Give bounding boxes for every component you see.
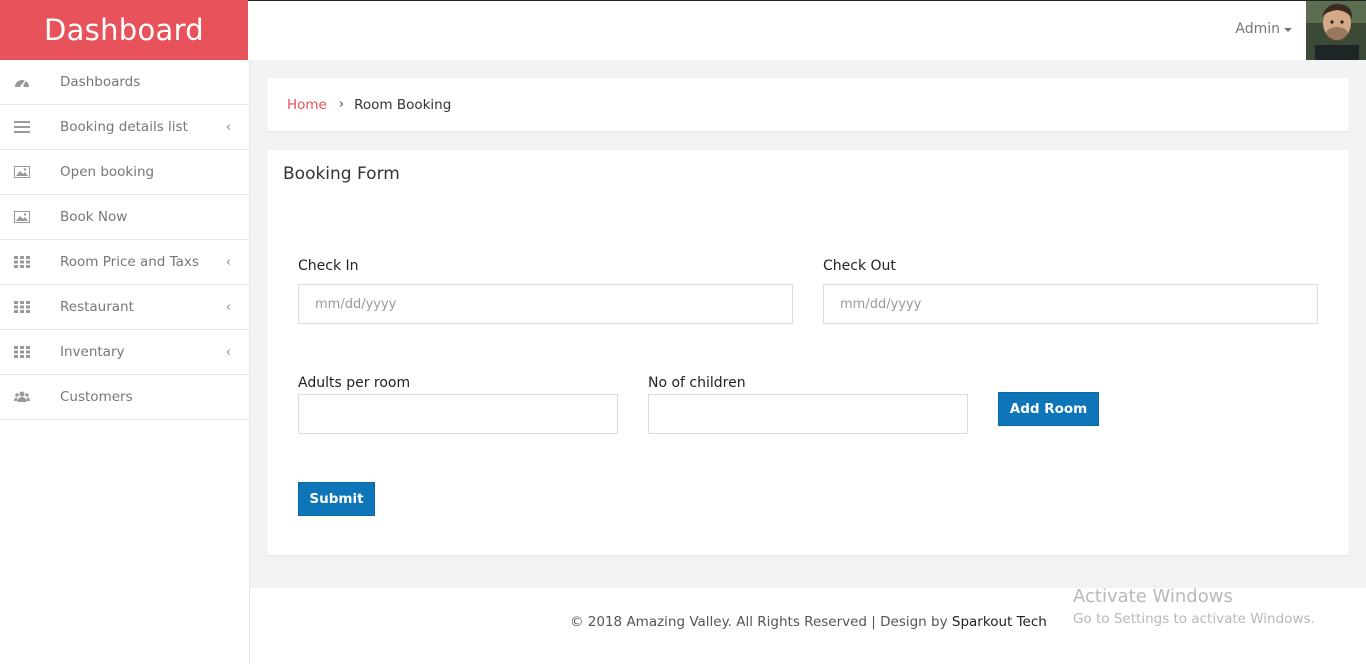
breadcrumb-current: Room Booking	[354, 96, 452, 113]
sidebar-item-book-now[interactable]: Book Now	[0, 195, 249, 240]
brand-title: Dashboard	[43, 13, 205, 47]
sidebar-item-label: Booking details list	[60, 119, 188, 135]
sidebar-item-dashboards[interactable]: Dashboards	[0, 60, 249, 105]
sidebar-item-open-booking[interactable]: Open booking	[0, 150, 249, 195]
footer-copyright: © 2018 Amazing Valley. All Rights Reserv…	[570, 614, 1047, 630]
sidebar-item-customers[interactable]: Customers	[0, 375, 249, 420]
chevron-left-icon: ‹	[225, 300, 231, 315]
sidebar-item-restaurant[interactable]: Restaurant ‹	[0, 285, 249, 330]
sidebar-item-booking-details-list[interactable]: Booking details list ‹	[0, 105, 249, 150]
adults-per-room-input[interactable]	[298, 394, 618, 434]
users-icon	[14, 391, 30, 403]
avatar-photo	[1306, 1, 1366, 61]
check-out-input[interactable]	[823, 284, 1318, 324]
sidebar-item-label: Customers	[60, 389, 133, 405]
sidebar-item-inventary[interactable]: Inventary ‹	[0, 330, 249, 375]
admin-menu[interactable]: Admin	[1235, 21, 1292, 37]
avatar[interactable]	[1306, 1, 1366, 61]
sidebar-item-label: Room Price and Taxs	[60, 254, 199, 270]
check-in-input[interactable]	[298, 284, 793, 324]
sidebar-item-label: Dashboards	[60, 74, 141, 90]
image-icon	[14, 211, 30, 223]
watermark-title: Activate Windows	[1073, 586, 1233, 607]
form-title: Booking Form	[283, 164, 400, 184]
grid-icon	[14, 346, 30, 358]
chevron-left-icon: ‹	[225, 120, 231, 135]
sidebar-item-label: Open booking	[60, 164, 155, 180]
check-out-label: Check Out	[823, 258, 896, 274]
main-content: Home › Room Booking Booking Form Check I…	[250, 60, 1366, 588]
sidebar: Dashboards Booking details list ‹ Open b…	[0, 60, 250, 664]
sidebar-item-room-price-and-taxs[interactable]: Room Price and Taxs ‹	[0, 240, 249, 285]
watermark-subtitle: Go to Settings to activate Windows.	[1073, 611, 1315, 627]
breadcrumb: Home › Room Booking	[267, 78, 1349, 131]
top-bar: Admin	[248, 0, 1366, 61]
list-icon	[14, 121, 30, 133]
sidebar-item-label: Restaurant	[60, 299, 134, 315]
chevron-left-icon: ‹	[225, 255, 231, 270]
caret-down-icon	[1284, 28, 1292, 32]
no-of-children-input[interactable]	[648, 394, 968, 434]
no-of-children-label: No of children	[648, 375, 746, 391]
activate-windows-watermark: Activate Windows Go to Settings to activ…	[1073, 586, 1315, 627]
sidebar-item-label: Inventary	[60, 344, 125, 360]
chevron-left-icon: ‹	[225, 345, 231, 360]
breadcrumb-home-link[interactable]: Home	[287, 97, 327, 113]
grid-icon	[14, 256, 30, 268]
add-room-button[interactable]: Add Room	[998, 392, 1099, 426]
grid-icon	[14, 301, 30, 313]
submit-button[interactable]: Submit	[298, 482, 375, 516]
admin-label: Admin	[1235, 21, 1280, 37]
dashboard-icon	[14, 76, 30, 88]
footer-company-link[interactable]: Sparkout Tech	[952, 614, 1047, 630]
booking-form: Booking Form Check In Check Out Adults p…	[267, 150, 1349, 555]
check-in-label: Check In	[298, 258, 359, 274]
image-icon	[14, 166, 30, 178]
footer-copyright-text: © 2018 Amazing Valley. All Rights Reserv…	[570, 614, 952, 630]
adults-per-room-label: Adults per room	[298, 375, 411, 391]
chevron-right-icon: ›	[338, 97, 345, 112]
sidebar-item-label: Book Now	[60, 209, 128, 225]
brand-logo[interactable]: Dashboard	[0, 0, 248, 60]
